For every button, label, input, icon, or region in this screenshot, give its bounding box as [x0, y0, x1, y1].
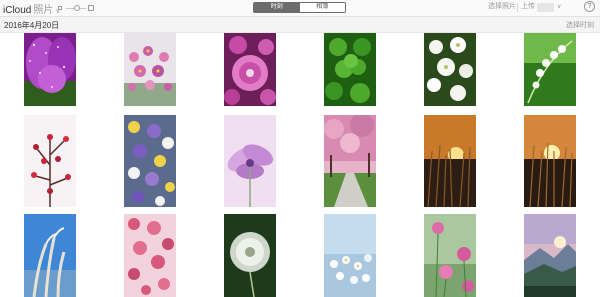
- photo-thumbnail[interactable]: [524, 115, 576, 207]
- photo-thumbnail[interactable]: [324, 33, 376, 106]
- photo-thumbnail[interactable]: [124, 115, 176, 207]
- tab-moments[interactable]: 时刻: [254, 3, 300, 12]
- photo-thumbnail[interactable]: [424, 115, 476, 207]
- pink-blossom-branches-image: [124, 214, 176, 297]
- photo-thumbnail[interactable]: [24, 33, 76, 106]
- wildflower-meadow-image: [124, 115, 176, 207]
- photo-thumbnail[interactable]: [424, 33, 476, 106]
- app-name: 照片: [33, 5, 54, 16]
- icloud-brand: iCloud: [3, 5, 32, 16]
- red-plum-blossom-image: [24, 115, 76, 207]
- sunset-grass-image: [424, 115, 476, 207]
- account-placeholder[interactable]: [537, 3, 554, 12]
- moment-date: 2016年4月20日: [4, 21, 60, 30]
- photo-thumbnail[interactable]: [24, 115, 76, 207]
- magenta-aster-image: [224, 33, 276, 106]
- pampas-grass-blue-sky-image: [24, 214, 76, 297]
- top-toolbar: iCloud 照片 ∨ 时刻 相簿 选择照片 上传 ∨ ?: [0, 0, 600, 17]
- view-segmented-control: 时刻 相簿: [253, 2, 346, 13]
- moment-header: 2016年4月20日 选择时刻: [0, 17, 600, 33]
- white-dogwood-image: [424, 33, 476, 106]
- select-photos-button[interactable]: 选择照片: [488, 2, 516, 12]
- dandelion-seed-head-image: [224, 214, 276, 297]
- select-moment-button[interactable]: 选择时刻: [566, 20, 594, 30]
- chevron-down-icon[interactable]: ∨: [557, 3, 561, 10]
- soft-purple-bloom-image: [224, 115, 276, 207]
- zoom-slider[interactable]: [58, 5, 94, 11]
- photo-thumbnail[interactable]: [324, 214, 376, 297]
- photo-thumbnail[interactable]: [224, 115, 276, 207]
- sunset-grass-2-image: [524, 115, 576, 207]
- photo-thumbnail[interactable]: [524, 214, 576, 297]
- photo-thumbnail[interactable]: [124, 33, 176, 106]
- green-clover-image: [324, 33, 376, 106]
- photo-thumbnail[interactable]: [224, 214, 276, 297]
- photo-thumbnail[interactable]: [424, 214, 476, 297]
- zoom-in-icon: [88, 5, 94, 11]
- app-switcher[interactable]: iCloud 照片 ∨: [3, 1, 60, 16]
- photo-thumbnail[interactable]: [224, 33, 276, 106]
- cherry-blossom-path-image: [324, 115, 376, 207]
- zoom-knob[interactable]: [74, 5, 80, 11]
- zoom-out-icon: [58, 6, 62, 10]
- photo-thumbnail[interactable]: [124, 214, 176, 297]
- help-icon[interactable]: ?: [584, 1, 595, 12]
- pink-daisies-image: [124, 33, 176, 106]
- photo-thumbnail[interactable]: [24, 214, 76, 297]
- upload-button[interactable]: 上传: [521, 2, 535, 12]
- tab-albums[interactable]: 相簿: [299, 3, 345, 12]
- photo-thumbnail[interactable]: [324, 115, 376, 207]
- pink-cosmos-image: [424, 214, 476, 297]
- photo-thumbnail[interactable]: [524, 33, 576, 106]
- valley-sunrise-image: [524, 214, 576, 297]
- white-flowers-blue-image: [324, 214, 376, 297]
- purple-crocus-image: [24, 33, 76, 106]
- lily-of-the-valley-image: [524, 33, 576, 106]
- toolbar-divider: [517, 3, 518, 12]
